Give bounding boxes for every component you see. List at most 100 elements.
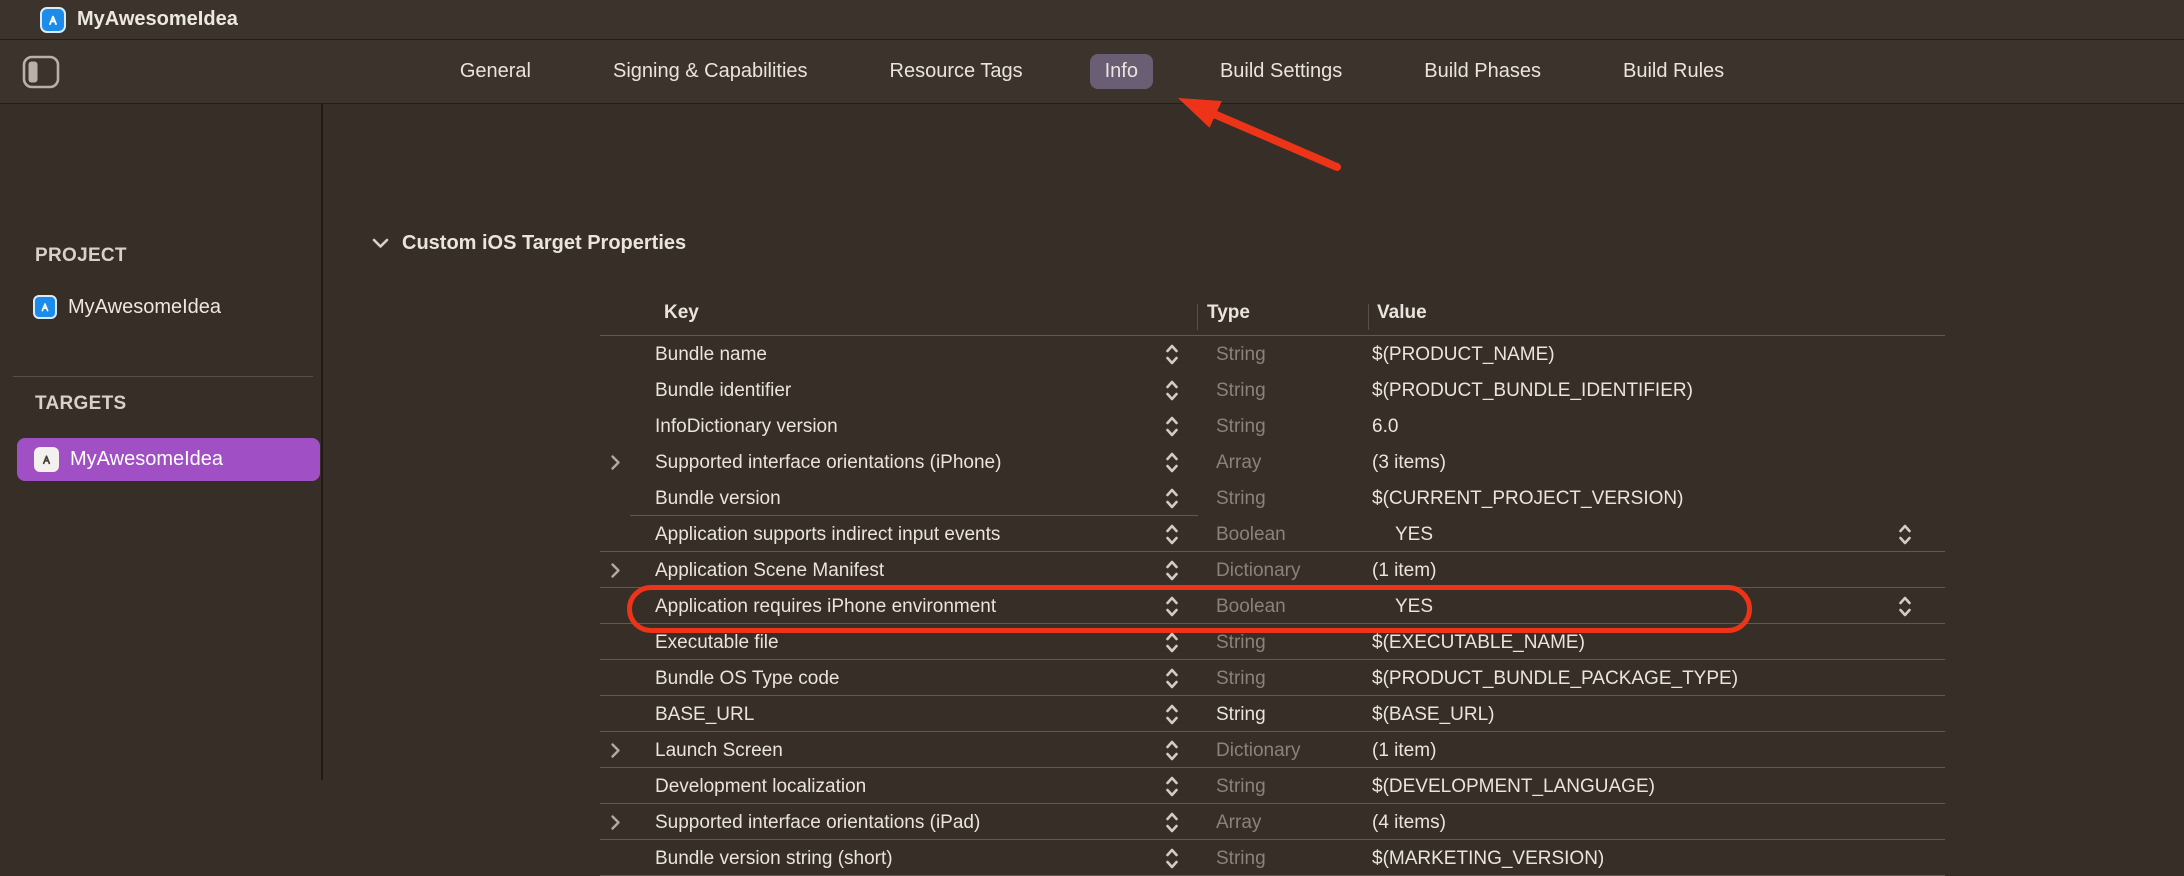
table-row-application-requires-iphone-environment[interactable]: Application requires iPhone environment B…	[600, 588, 1945, 624]
key-stepper-icon[interactable]	[1165, 523, 1179, 546]
table-row-supported-interface-orientations-ipad[interactable]: Supported interface orientations (iPad) A…	[600, 804, 1945, 840]
property-value[interactable]: YES	[1395, 596, 1433, 618]
property-key[interactable]: Development localization	[655, 776, 866, 798]
property-type[interactable]: String	[1216, 488, 1266, 510]
tab-build-rules[interactable]: Build Rules	[1608, 54, 1739, 89]
column-divider[interactable]	[1368, 304, 1369, 330]
property-type[interactable]: String	[1216, 632, 1266, 654]
property-key[interactable]: Bundle name	[655, 344, 767, 366]
sidebar-divider	[13, 376, 313, 377]
property-type[interactable]: String	[1216, 704, 1266, 726]
disclosure-chevron-icon[interactable]	[610, 814, 621, 831]
disclosure-chevron-icon[interactable]	[610, 454, 621, 471]
table-row-base-url[interactable]: BASE_URL String $(BASE_URL)	[600, 696, 1945, 732]
tab-build-settings[interactable]: Build Settings	[1205, 54, 1357, 89]
table-row-bundle-version[interactable]: Bundle version String $(CURRENT_PROJECT_VE…	[600, 480, 1945, 516]
property-value[interactable]: (1 item)	[1372, 560, 1436, 582]
key-stepper-icon[interactable]	[1165, 415, 1179, 438]
property-value[interactable]: (4 items)	[1372, 812, 1446, 834]
property-value[interactable]: $(CURRENT_PROJECT_VERSION)	[1372, 488, 1683, 510]
property-value[interactable]: YES	[1395, 524, 1433, 546]
table-row-launch-screen[interactable]: Launch Screen Dictionary (1 item)	[600, 732, 1945, 768]
property-type[interactable]: String	[1216, 848, 1266, 870]
property-type[interactable]: Dictionary	[1216, 740, 1300, 762]
tab-resource-tags[interactable]: Resource Tags	[875, 54, 1038, 89]
key-stepper-icon[interactable]	[1165, 559, 1179, 582]
property-type[interactable]: Array	[1216, 452, 1261, 474]
tab-info[interactable]: Info	[1090, 54, 1153, 89]
property-type[interactable]: Dictionary	[1216, 560, 1300, 582]
property-value[interactable]: $(PRODUCT_BUNDLE_IDENTIFIER)	[1372, 380, 1693, 402]
property-key[interactable]: Supported interface orientations (iPad)	[655, 812, 980, 834]
property-value[interactable]: $(MARKETING_VERSION)	[1372, 848, 1604, 870]
key-stepper-icon[interactable]	[1165, 739, 1179, 762]
sidebar-item-project[interactable]: MyAwesomeIdea	[33, 295, 221, 319]
property-key[interactable]: InfoDictionary version	[655, 416, 838, 438]
property-type[interactable]: String	[1216, 416, 1266, 438]
table-row-bundle-version-string-short[interactable]: Bundle version string (short) String $(MAR…	[600, 840, 1945, 876]
property-key[interactable]: Bundle OS Type code	[655, 668, 840, 690]
property-key[interactable]: BASE_URL	[655, 704, 754, 726]
table-row-bundle-name[interactable]: Bundle name String $(PRODUCT_NAME)	[600, 336, 1945, 372]
property-type[interactable]: String	[1216, 668, 1266, 690]
column-divider[interactable]	[1197, 304, 1198, 330]
tab-build-phases[interactable]: Build Phases	[1409, 54, 1556, 89]
property-value[interactable]: $(PRODUCT_BUNDLE_PACKAGE_TYPE)	[1372, 668, 1738, 690]
chevron-down-icon	[372, 238, 389, 249]
tab-signing-capabilities[interactable]: Signing & Capabilities	[598, 54, 823, 89]
key-stepper-icon[interactable]	[1165, 847, 1179, 870]
table-body: Bundle name String $(PRODUCT_NAME) Bundle i…	[600, 336, 1945, 876]
key-stepper-icon[interactable]	[1165, 667, 1179, 690]
key-stepper-icon[interactable]	[1165, 775, 1179, 798]
key-stepper-icon[interactable]	[1165, 703, 1179, 726]
tab-general[interactable]: General	[445, 54, 546, 89]
app-store-icon	[34, 447, 59, 472]
property-value[interactable]: (1 item)	[1372, 740, 1436, 762]
property-type[interactable]: Array	[1216, 812, 1261, 834]
property-key[interactable]: Executable file	[655, 632, 779, 654]
property-key[interactable]: Launch Screen	[655, 740, 783, 762]
property-key[interactable]: Supported interface orientations (iPhone…	[655, 452, 1001, 474]
property-key[interactable]: Bundle version string (short)	[655, 848, 893, 870]
key-stepper-icon[interactable]	[1165, 631, 1179, 654]
property-value[interactable]: $(EXECUTABLE_NAME)	[1372, 632, 1585, 654]
window-title: MyAwesomeIdea	[77, 8, 238, 31]
property-key[interactable]: Application Scene Manifest	[655, 560, 884, 582]
targets-section-header: TARGETS	[35, 393, 126, 415]
key-stepper-icon[interactable]	[1165, 487, 1179, 510]
key-stepper-icon[interactable]	[1165, 595, 1179, 618]
table-row-executable-file[interactable]: Executable file String $(EXECUTABLE_NAME)	[600, 624, 1945, 660]
table-row-bundle-os-type-code[interactable]: Bundle OS Type code String $(PRODUCT_BUNDL…	[600, 660, 1945, 696]
property-value[interactable]: $(DEVELOPMENT_LANGUAGE)	[1372, 776, 1655, 798]
property-key[interactable]: Bundle identifier	[655, 380, 791, 402]
value-stepper-icon[interactable]	[1898, 595, 1912, 618]
property-value[interactable]: $(PRODUCT_NAME)	[1372, 344, 1555, 366]
sidebar-item-target-selected[interactable]: MyAwesomeIdea	[17, 438, 320, 481]
key-stepper-icon[interactable]	[1165, 343, 1179, 366]
property-type[interactable]: Boolean	[1216, 596, 1286, 618]
property-value[interactable]: 6.0	[1372, 416, 1398, 438]
key-stepper-icon[interactable]	[1165, 811, 1179, 834]
property-key[interactable]: Application supports indirect input even…	[655, 524, 1000, 546]
key-stepper-icon[interactable]	[1165, 451, 1179, 474]
disclosure-chevron-icon[interactable]	[610, 742, 621, 759]
property-key[interactable]: Bundle version	[655, 488, 781, 510]
property-type[interactable]: Boolean	[1216, 524, 1286, 546]
table-row-infodictionary-version[interactable]: InfoDictionary version String 6.0	[600, 408, 1945, 444]
table-row-supported-interface-orientations-iphone[interactable]: Supported interface orientations (iPhone…	[600, 444, 1945, 480]
property-value[interactable]: $(BASE_URL)	[1372, 704, 1495, 726]
table-row-bundle-identifier[interactable]: Bundle identifier String $(PRODUCT_BUNDLE_…	[600, 372, 1945, 408]
value-stepper-icon[interactable]	[1898, 523, 1912, 546]
table-row-application-supports-indirect-input-events[interactable]: Application supports indirect input even…	[600, 516, 1945, 552]
key-stepper-icon[interactable]	[1165, 379, 1179, 402]
property-value[interactable]: (3 items)	[1372, 452, 1446, 474]
property-type[interactable]: String	[1216, 776, 1266, 798]
project-section-header: PROJECT	[35, 245, 127, 267]
property-type[interactable]: String	[1216, 380, 1266, 402]
property-key[interactable]: Application requires iPhone environment	[655, 596, 996, 618]
table-row-development-localization[interactable]: Development localization String $(DEVELOPM…	[600, 768, 1945, 804]
table-row-application-scene-manifest[interactable]: Application Scene Manifest Dictionary (1 i…	[600, 552, 1945, 588]
disclosure-chevron-icon[interactable]	[610, 562, 621, 579]
section-header-custom-ios-target-properties[interactable]: Custom iOS Target Properties	[372, 232, 686, 255]
property-type[interactable]: String	[1216, 344, 1266, 366]
